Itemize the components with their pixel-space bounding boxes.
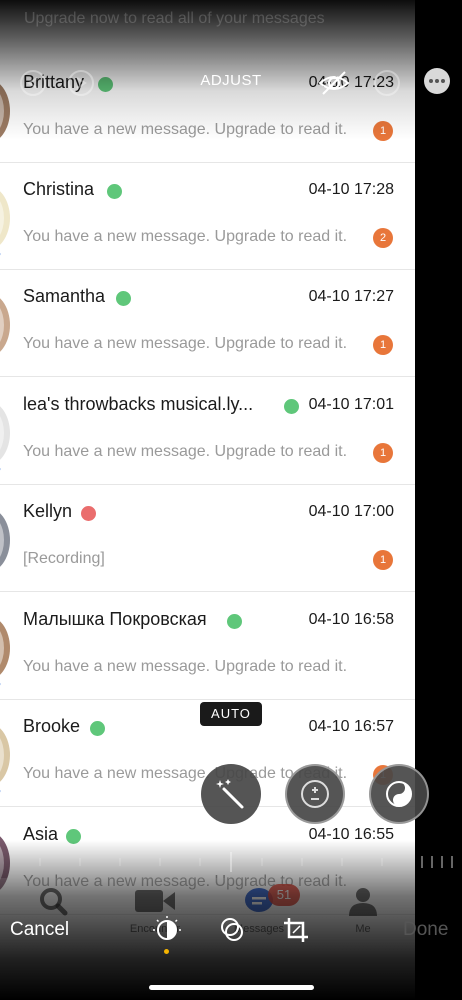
chat-preview: You have a new message. Upgrade to read … [23,335,348,352]
online-status-dot [107,184,122,199]
unread-badge: 2 [373,228,393,248]
more-icon[interactable] [424,68,450,94]
ghost-tab-bar: Encounter Messages Me [0,878,415,958]
unread-badge: 1 [373,443,393,463]
chat-time: 04-10 16:57 [308,718,394,735]
chat-time: 04-10 17:28 [308,181,394,198]
done-button[interactable]: Done [403,919,448,941]
crop-rotate-icon[interactable] [281,915,311,945]
chat-preview: You have a new message. Upgrade to read … [23,443,348,460]
chat-row: Samantha 04-10 17:27 You have a new mess… [0,270,415,377]
search-icon [40,888,68,916]
chat-name: Малышка Покровская [23,609,207,629]
edited-photo: Brittany 04-10 17:23 You have a new mess… [0,0,415,1000]
active-mode-indicator [164,949,169,954]
chat-row: Kellyn 04-10 17:00 [Recording] 1 [0,485,415,592]
chat-name: Kellyn [23,501,73,521]
contrast-icon [386,781,412,807]
adjust-dial-icon[interactable] [152,915,182,945]
chat-time: 04-10 17:27 [308,288,394,305]
chat-time: 04-10 17:00 [308,503,394,520]
auto-label: AUTO [200,702,262,726]
avatar [0,292,10,358]
exposure-button[interactable] [285,764,345,824]
unread-badge: 1 [373,121,393,141]
unread-badge: 1 [373,335,393,355]
adjustment-slider[interactable] [0,852,462,872]
contrast-button[interactable] [369,764,429,824]
chat-preview: You have a new message. Upgrade to read … [23,228,348,245]
chat-time: 04-10 17:01 [308,396,394,413]
chat-time: 04-10 16:55 [308,826,394,843]
online-status-dot [90,721,105,736]
home-indicator [149,985,314,990]
auto-enhance-button[interactable] [201,764,261,824]
chat-name: lea's throwbacks musical.ly... [23,394,254,414]
canvas-edge [415,0,462,1000]
chat-row: / lea's throwbacks musical.ly... 04-10 1… [0,378,415,485]
upgrade-banner-text: Upgrade now to read all of your messages [24,10,325,27]
avatar [0,722,10,788]
online-status-dot [227,614,242,629]
chat-name: Asia [23,824,59,844]
chat-preview: You have a new message. Upgrade to read … [23,658,348,675]
chat-row: / Малышка Покровская 04-10 16:58 You hav… [0,593,415,700]
cancel-button[interactable]: Cancel [10,919,69,941]
chat-name: Samantha [23,286,106,306]
chat-preview: [Recording] [23,550,105,567]
magic-wand-icon [216,779,244,809]
messages-count-badge: 51 [268,884,300,906]
ghost-tab-discover [30,886,76,923]
chat-name: Christina [23,179,95,199]
ghost-tab-label: Me [355,923,371,935]
ghost-tab-me: Me [340,886,386,935]
exposure-icon [301,780,329,808]
filters-icon[interactable] [217,915,247,945]
person-icon [349,888,377,916]
avatar [0,507,10,573]
avatar [0,615,10,681]
chat-name: Brooke [23,716,81,736]
video-camera-icon [135,890,175,912]
busy-status-dot [81,506,96,521]
unread-badge: 1 [373,550,393,570]
avatar [0,185,10,251]
chat-time: 04-10 16:58 [308,611,394,628]
chat-row: / Christina 04-10 17:28 You have a new m… [0,163,415,270]
chat-preview: You have a new message. Upgrade to read … [23,121,348,138]
online-status-dot [116,291,131,306]
avatar [0,400,10,466]
compare-icon[interactable] [372,68,402,98]
online-status-dot [284,399,299,414]
hide-original-icon[interactable] [318,68,350,98]
online-status-dot [66,829,81,844]
